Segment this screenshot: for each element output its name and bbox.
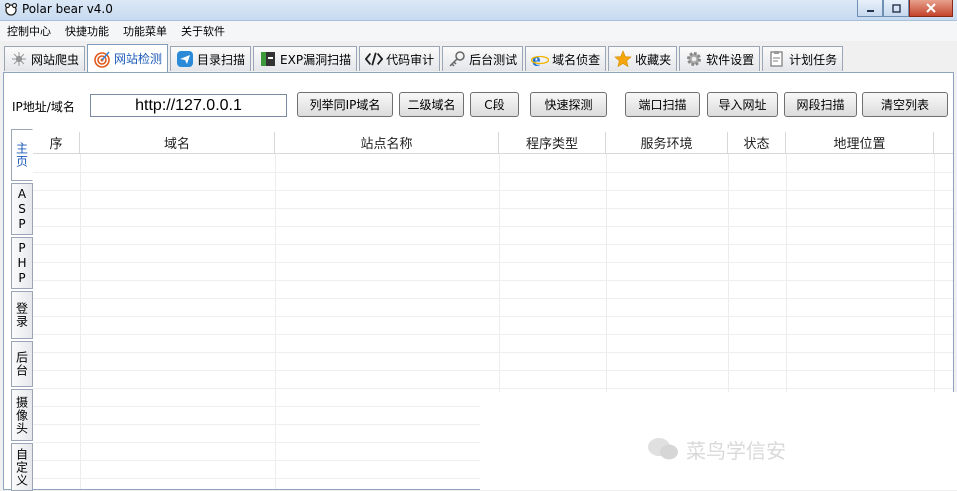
column-header-geo-location[interactable]: 地理位置 [786,132,934,153]
subnet-scan-button[interactable]: 网段扫描 [784,92,857,117]
tab-scheduled-tasks[interactable]: 计划任务 [762,46,844,71]
side-tab-home[interactable]: 主页 [11,129,33,181]
tab-favorites[interactable]: 收藏夹 [608,46,678,71]
column-header-domain[interactable]: 域名 [80,132,275,153]
tab-label: 网站爬虫 [31,52,80,67]
wechat-icon [648,438,678,460]
c-segment-button[interactable]: C段 [470,92,519,117]
grid-row-line [33,208,953,209]
gear-icon [685,50,703,68]
grid-column-line [275,154,276,489]
side-tab-asp[interactable]: ASP [11,183,33,235]
grid-row-line [33,334,953,335]
svg-text:e: e [532,50,540,68]
port-scan-button[interactable]: 端口扫描 [625,92,700,117]
watermark: 菜鸟学信安 [646,434,786,464]
tab-label: 域名侦查 [552,52,601,67]
code-icon [365,50,384,68]
side-tab-camera[interactable]: 摄像头 [11,389,33,441]
main-tab-strip: 网站爬虫 网站检测 目录扫描 EXP漏洞扫描 代码审计 后台测试 e 域名侦查 [4,44,845,72]
watermark-text: 菜鸟学信安 [686,438,786,463]
tab-label: 目录扫描 [197,52,246,67]
grid-row-line [33,352,953,353]
subdomain-button[interactable]: 二级域名 [399,92,464,117]
tab-label: EXP漏洞扫描 [280,52,352,67]
side-tab-backend[interactable]: 后台 [11,341,33,387]
ip-domain-label: IP地址/域名 [12,100,75,114]
column-header-filler [934,132,953,153]
side-tab-login[interactable]: 登录 [11,291,33,339]
grid-row-line [33,388,953,389]
tab-label: 后台测试 [469,52,518,67]
close-icon [926,3,936,13]
star-icon [614,50,632,68]
menu-shortcuts[interactable]: 快捷功能 [58,23,116,39]
column-header-site-name[interactable]: 站点名称 [275,132,499,153]
tab-label: 网站检测 [114,52,163,66]
bear-app-icon [4,2,18,16]
menu-bar: 控制中心 快捷功能 功能菜单 关于软件 [0,21,957,41]
grid-row-line [33,190,953,191]
tab-settings[interactable]: 软件设置 [679,46,761,71]
title-bar: Polar bear v4.0 [0,0,957,21]
grid-row-line [33,226,953,227]
terminal-icon [259,50,277,68]
clear-list-button[interactable]: 清空列表 [862,92,948,117]
menu-control-center[interactable]: 控制中心 [0,23,58,39]
grid-row-line [33,298,953,299]
grid-row-line [33,172,953,173]
grid-row-line [33,370,953,371]
column-header-index[interactable]: 序 [33,132,80,153]
column-header-status[interactable]: 状态 [728,132,786,153]
side-tab-php[interactable]: PHP [11,237,33,289]
key-icon [448,50,466,68]
spider-icon [10,50,28,68]
window-title: Polar bear v4.0 [22,2,113,16]
clipboard-icon [768,50,786,68]
tab-dir-scan[interactable]: 目录扫描 [170,46,252,71]
tab-label: 计划任务 [789,52,838,67]
ip-domain-input[interactable] [90,94,287,117]
tab-label: 软件设置 [706,52,755,67]
minimize-button[interactable] [857,0,883,17]
grid-row-line [33,316,953,317]
grid-row-line [33,262,953,263]
grid-row-line [33,244,953,245]
grid-column-line [80,154,81,489]
tab-exp-scan[interactable]: EXP漏洞扫描 [253,46,358,71]
import-url-button[interactable]: 导入网址 [707,92,778,117]
minimize-icon [866,9,874,12]
target-icon [93,50,111,68]
tab-code-audit[interactable]: 代码审计 [359,46,441,71]
tab-domain-recon[interactable]: e 域名侦查 [525,46,607,71]
tab-backend-test[interactable]: 后台测试 [442,46,524,71]
telegram-icon [176,50,194,68]
close-button[interactable] [909,0,953,17]
column-header-server-env[interactable]: 服务环境 [606,132,728,153]
list-same-ip-domains-button[interactable]: 列举同IP域名 [297,92,393,117]
tab-spider[interactable]: 网站爬虫 [4,46,86,71]
maximize-icon [891,3,901,13]
quick-probe-button[interactable]: 快速探测 [530,92,607,117]
ie-icon: e [531,50,550,68]
column-header-program-type[interactable]: 程序类型 [499,132,606,153]
menu-functions[interactable]: 功能菜单 [116,23,174,39]
menu-about[interactable]: 关于软件 [174,23,232,39]
tab-site-detect[interactable]: 网站检测 [87,44,169,72]
side-tab-custom[interactable]: 自定义 [11,443,33,491]
table-header: 序 域名 站点名称 程序类型 服务环境 状态 地理位置 [33,132,953,154]
tab-label: 代码审计 [386,52,435,67]
grid-row-line [33,280,953,281]
tab-label: 收藏夹 [635,52,672,67]
maximize-button[interactable] [883,0,909,17]
